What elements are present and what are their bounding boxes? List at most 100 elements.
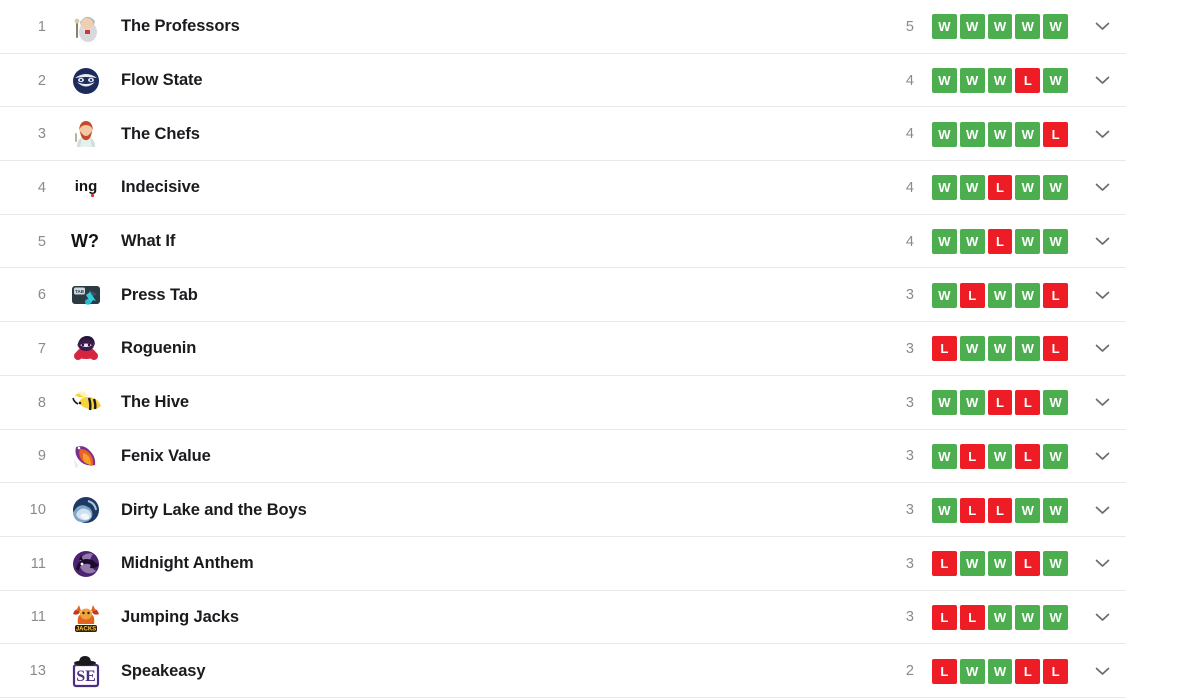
team-wins: 4: [905, 233, 914, 250]
result-badge-win: W: [1043, 229, 1068, 255]
team-name: Jumping Jacks: [121, 607, 239, 626]
team-wins: 3: [905, 287, 914, 304]
result-badge-loss: L: [1015, 551, 1041, 577]
result-badge-win: W: [987, 604, 1013, 630]
result-badge-win: W: [959, 336, 985, 362]
team-rank: 11: [30, 609, 46, 626]
result-badge-win: W: [987, 443, 1013, 469]
result-badge-win: W: [1015, 121, 1041, 147]
result-badge-win: W: [1043, 551, 1068, 577]
result-badge-win: W: [1015, 282, 1041, 308]
red-bearded-chef-icon: [62, 114, 110, 154]
chevron-down-icon[interactable]: [1095, 183, 1110, 192]
team-wins: 3: [905, 555, 914, 572]
chevron-down-icon[interactable]: [1095, 291, 1110, 300]
chevron-down-icon[interactable]: [1095, 344, 1110, 353]
team-wins: 5: [905, 18, 914, 35]
table-row[interactable]: 11 JACKS Jumping Jacks 3 L L W W W: [0, 590, 1126, 645]
expand-row-button[interactable]: [1068, 452, 1126, 461]
standings-table: 1 The Professors 5 W W W W W 2 Flow State 4 W W W L W 3 T…: [0, 0, 1126, 698]
team-name: Midnight Anthem: [121, 554, 254, 573]
team-wins: 3: [905, 502, 914, 519]
team-rank: 3: [37, 126, 46, 143]
table-row[interactable]: 8 The Hive 3 W W L L W: [0, 375, 1126, 430]
chevron-down-icon[interactable]: [1095, 452, 1110, 461]
result-badge-win: W: [1015, 175, 1041, 201]
expand-row-button[interactable]: [1068, 344, 1126, 353]
result-badge-win: W: [959, 175, 985, 201]
result-badge-win: W: [932, 390, 957, 416]
expand-row-button[interactable]: [1068, 22, 1126, 31]
table-row[interactable]: 9 Fenix Value 3 W L W L W: [0, 429, 1126, 484]
expand-row-button[interactable]: [1068, 183, 1126, 192]
purple-ninja-icon: [62, 329, 110, 369]
svg-text:ing: ing: [75, 178, 98, 195]
result-badge-win: W: [932, 121, 957, 147]
form-guide: LWWLL: [932, 658, 1068, 684]
team-name: Fenix Value: [121, 446, 211, 465]
expand-row-button[interactable]: [1068, 613, 1126, 622]
table-row[interactable]: 1 The Professors 5 W W W W W: [0, 0, 1126, 54]
table-row[interactable]: 3 The Chefs 4 W W W W L: [0, 107, 1126, 162]
form-guide: WWLLW: [932, 390, 1068, 416]
expand-row-button[interactable]: [1068, 76, 1126, 85]
form-guide: WWWWL: [932, 121, 1068, 147]
team-name: Speakeasy: [121, 661, 206, 680]
table-row[interactable]: 2 Flow State 4 W W W L W: [0, 53, 1126, 108]
table-row[interactable]: 7 Roguenin 3 L W W W L: [0, 322, 1126, 376]
table-row[interactable]: 13 SE Speakeasy 2 L W W L L: [0, 644, 1126, 698]
chevron-down-icon[interactable]: [1095, 398, 1110, 407]
result-badge-win: W: [1043, 604, 1068, 630]
team-wins: 4: [905, 126, 914, 143]
team-wins: 3: [905, 394, 914, 411]
chevron-down-icon[interactable]: [1095, 130, 1110, 139]
chevron-down-icon[interactable]: [1095, 76, 1110, 85]
form-guide: LWWLW: [932, 551, 1068, 577]
svg-text:W?: W?: [71, 231, 99, 251]
result-badge-win: W: [987, 68, 1013, 94]
expand-row-button[interactable]: [1068, 130, 1126, 139]
blue-wave-icon: [62, 490, 110, 530]
chevron-down-icon[interactable]: [1095, 237, 1110, 246]
result-badge-loss: L: [987, 175, 1013, 201]
table-row[interactable]: 10 Dirty Lake and the Boys 3 W L L W W: [0, 483, 1126, 537]
table-row[interactable]: 4 ing Indecisive 4 W W L W W: [0, 161, 1126, 215]
result-badge-loss: L: [959, 604, 985, 630]
result-badge-loss: L: [959, 282, 985, 308]
result-badge-win: W: [959, 551, 985, 577]
chevron-down-icon[interactable]: [1095, 559, 1110, 568]
table-row[interactable]: 11 Midnight Anthem 3 L W W L W: [0, 536, 1126, 591]
chevron-down-icon[interactable]: [1095, 506, 1110, 515]
expand-row-button[interactable]: [1068, 559, 1126, 568]
team-rank: 10: [29, 502, 46, 519]
purple-moon-wolf-icon: [62, 544, 110, 584]
expand-row-button[interactable]: [1068, 291, 1126, 300]
result-badge-win: W: [932, 68, 957, 94]
se-monogram-hat-icon: SE: [62, 651, 110, 691]
team-name: The Hive: [121, 393, 189, 412]
result-badge-win: W: [987, 121, 1013, 147]
result-badge-win: W: [1015, 229, 1041, 255]
form-guide: WLLWW: [932, 497, 1068, 523]
team-name: Flow State: [121, 71, 203, 90]
table-row[interactable]: 6 TAB Press Tab 3 W L W W L: [0, 268, 1126, 323]
team-rank: 4: [37, 179, 46, 196]
expand-row-button[interactable]: [1068, 667, 1126, 676]
team-rank: 1: [37, 18, 46, 35]
form-guide: WWLWW: [932, 229, 1068, 255]
result-badge-loss: L: [932, 336, 957, 362]
chevron-down-icon[interactable]: [1095, 667, 1110, 676]
team-rank: 9: [37, 448, 46, 465]
result-badge-win: W: [932, 282, 957, 308]
team-name: Roguenin: [121, 339, 197, 358]
team-wins: 3: [905, 609, 914, 626]
result-badge-win: W: [987, 14, 1013, 40]
expand-row-button[interactable]: [1068, 237, 1126, 246]
table-row[interactable]: 5 W? What If 4 W W L W W: [0, 214, 1126, 269]
team-name: What If: [121, 232, 176, 251]
chevron-down-icon[interactable]: [1095, 22, 1110, 31]
result-badge-win: W: [932, 443, 957, 469]
expand-row-button[interactable]: [1068, 506, 1126, 515]
expand-row-button[interactable]: [1068, 398, 1126, 407]
chevron-down-icon[interactable]: [1095, 613, 1110, 622]
